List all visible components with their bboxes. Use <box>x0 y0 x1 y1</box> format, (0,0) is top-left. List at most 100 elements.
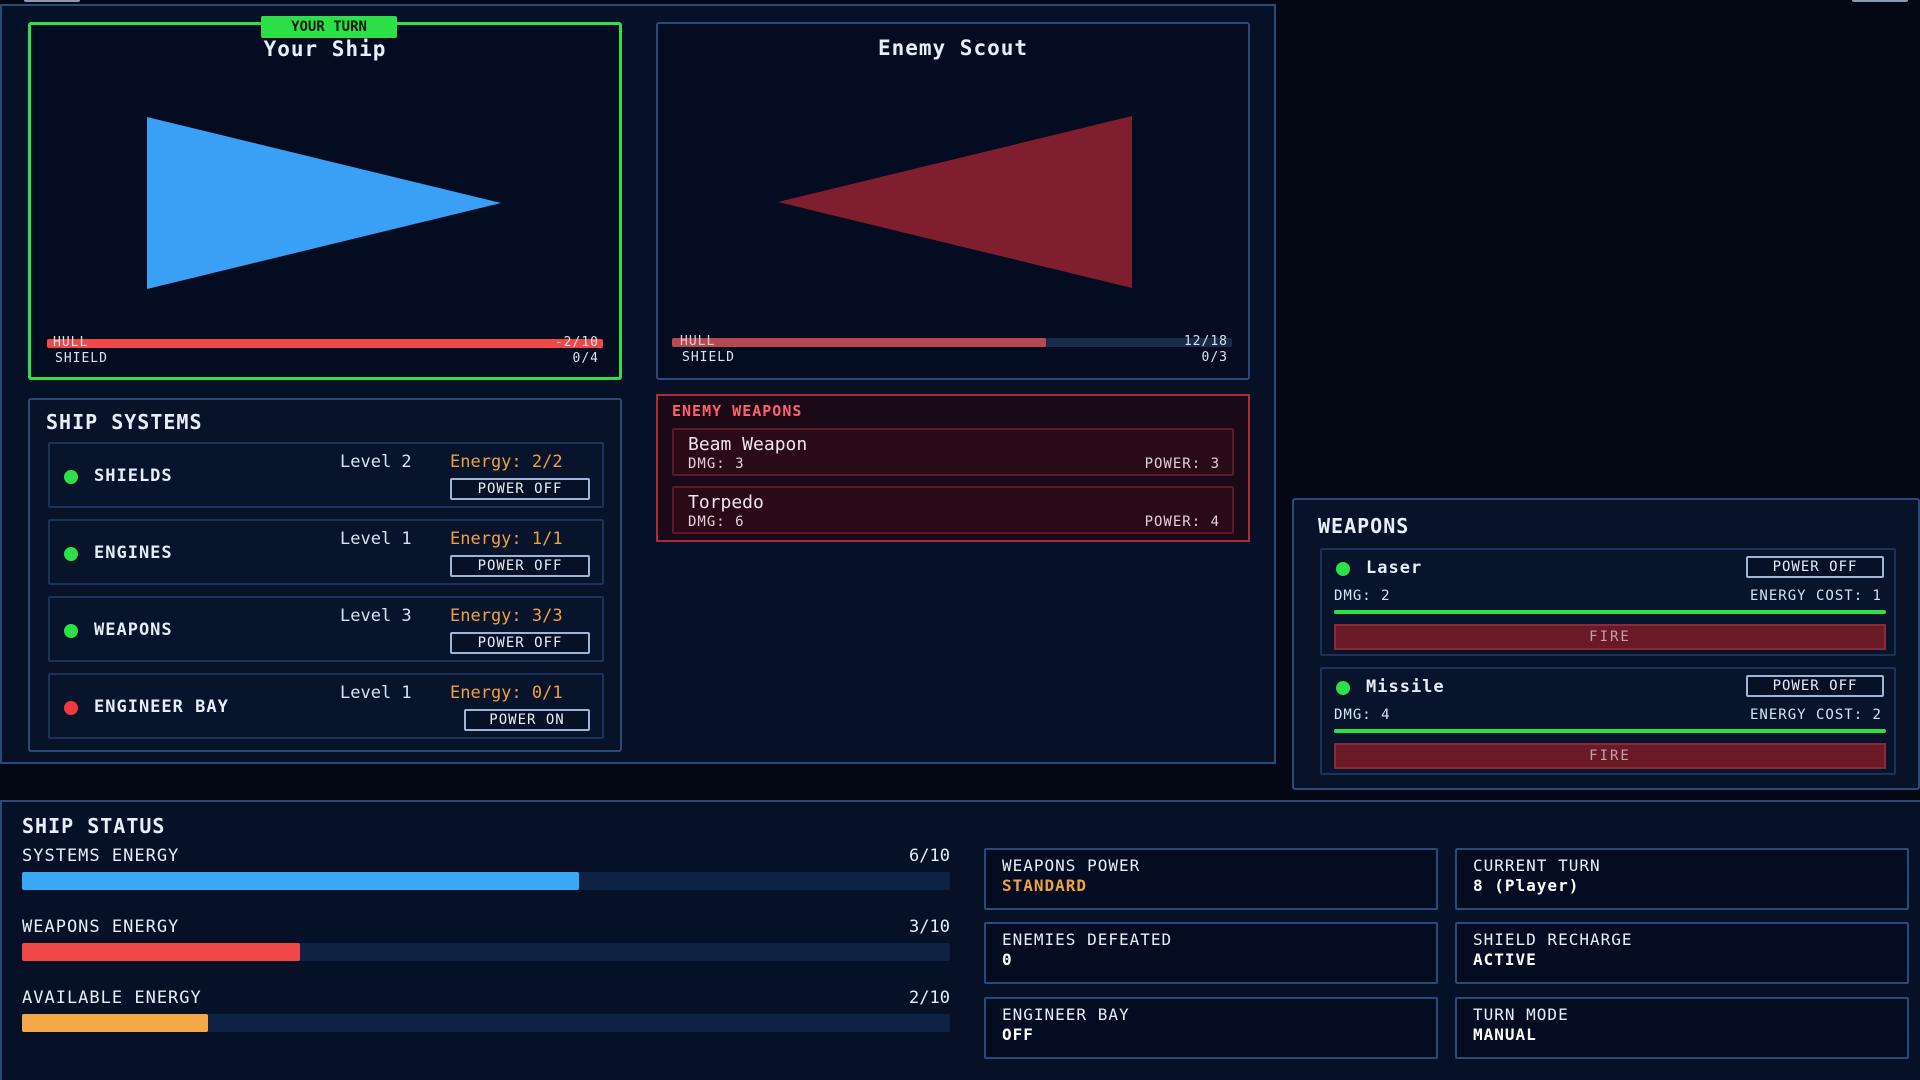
info-weapons-power: WEAPONS POWER STANDARD <box>984 848 1438 910</box>
available-energy-bar <box>22 1014 950 1032</box>
laser-power-button[interactable]: POWER OFF <box>1746 556 1884 578</box>
weapon-dmg: DMG: 4 <box>1334 707 1391 723</box>
system-status-dot <box>64 470 78 484</box>
system-energy: Energy: 2/2 <box>450 452 563 472</box>
enemy-weapons-title: ENEMY WEAPONS <box>672 402 802 420</box>
system-status-dot <box>64 624 78 638</box>
weapon-charge-bar <box>1334 729 1886 733</box>
weapons-title: WEAPONS <box>1318 514 1409 538</box>
missile-power-button[interactable]: POWER OFF <box>1746 675 1884 697</box>
info-value: 8 (Player) <box>1473 876 1579 895</box>
system-energy: Energy: 3/3 <box>450 606 563 626</box>
weapon-name: Missile <box>1366 677 1445 697</box>
system-name: ENGINEER BAY <box>94 697 229 717</box>
enemy-hull-fill <box>672 338 1046 347</box>
info-value: ACTIVE <box>1473 950 1537 969</box>
info-label: SHIELD RECHARGE <box>1473 930 1633 949</box>
enemy-weapon-item: Beam Weapon DMG: 3 POWER: 3 <box>672 428 1234 476</box>
system-status-dot <box>64 701 78 715</box>
info-value: OFF <box>1002 1025 1034 1044</box>
enemy-weapon-name: Torpedo <box>688 492 764 513</box>
weapon-charge-bar <box>1334 610 1886 614</box>
enemy-ship-icon <box>658 24 1248 378</box>
ship-status-title: SHIP STATUS <box>22 814 165 838</box>
system-name: WEAPONS <box>94 620 173 640</box>
info-label: WEAPONS POWER <box>1002 856 1140 875</box>
system-name: SHIELDS <box>94 466 173 486</box>
player-hull-bar <box>47 339 603 348</box>
enemy-weapon-power: POWER: 4 <box>1145 514 1220 530</box>
weapon-energy-cost: ENERGY COST: 2 <box>1750 707 1882 723</box>
weapon-item-laser: Laser POWER OFF DMG: 2 ENERGY COST: 1 FI… <box>1320 548 1896 656</box>
enemy-weapon-power: POWER: 3 <box>1145 456 1220 472</box>
system-energy: Energy: 1/1 <box>450 529 563 549</box>
shields-power-button[interactable]: POWER OFF <box>450 478 590 500</box>
systems-energy-fill <box>22 872 579 890</box>
info-label: ENEMIES DEFEATED <box>1002 930 1172 949</box>
enemy-shield-label: SHIELD <box>682 350 735 365</box>
info-label: CURRENT TURN <box>1473 856 1601 875</box>
info-value: 0 <box>1002 950 1013 969</box>
system-status-dot <box>64 547 78 561</box>
system-level: Level 1 <box>340 683 412 703</box>
weapon-name: Laser <box>1366 558 1422 578</box>
status-bar-value: 6/10 <box>850 846 950 866</box>
system-level: Level 2 <box>340 452 412 472</box>
system-energy: Energy: 0/1 <box>450 683 563 703</box>
status-bar-label: WEAPONS ENERGY <box>22 917 179 937</box>
system-row-weapons: WEAPONS Level 3 Energy: 3/3 POWER OFF <box>48 596 604 662</box>
enemy-shield-value: 0/3 <box>1202 350 1228 365</box>
enemy-hull-bar <box>672 338 1232 347</box>
info-label: ENGINEER BAY <box>1002 1005 1130 1024</box>
info-enemies-defeated: ENEMIES DEFEATED 0 <box>984 922 1438 984</box>
enemy-weapon-name: Beam Weapon <box>688 434 807 455</box>
missile-fire-button[interactable]: FIRE <box>1334 743 1886 769</box>
weapons-panel: WEAPONS Laser POWER OFF DMG: 2 ENERGY CO… <box>1292 498 1920 790</box>
info-engineer-bay: ENGINEER BAY OFF <box>984 997 1438 1059</box>
player-hull-value: -2/10 <box>555 335 599 350</box>
info-current-turn: CURRENT TURN 8 (Player) <box>1455 848 1909 910</box>
weapons-energy-bar <box>22 943 950 961</box>
weapons-energy-fill <box>22 943 300 961</box>
player-hull-fill <box>47 339 603 348</box>
info-label: TURN MODE <box>1473 1005 1569 1024</box>
system-level: Level 1 <box>340 529 412 549</box>
system-name: ENGINES <box>94 543 173 563</box>
enemy-weapons-panel: ENEMY WEAPONS Beam Weapon DMG: 3 POWER: … <box>656 394 1250 542</box>
battle-area: YOUR TURN Your Ship HULL -2/10 SHIELD 0/… <box>0 4 1276 764</box>
status-bar-value: 3/10 <box>850 917 950 937</box>
enemy-hull-label: HULL <box>680 334 715 349</box>
system-level: Level 3 <box>340 606 412 626</box>
engineer-bay-power-button[interactable]: POWER ON <box>464 709 590 731</box>
engines-power-button[interactable]: POWER OFF <box>450 555 590 577</box>
info-shield-recharge: SHIELD RECHARGE ACTIVE <box>1455 922 1909 984</box>
system-row-engines: ENGINES Level 1 Energy: 1/1 POWER OFF <box>48 519 604 585</box>
systems-energy-bar <box>22 872 950 890</box>
system-row-engineer-bay: ENGINEER BAY Level 1 Energy: 0/1 POWER O… <box>48 673 604 739</box>
player-shield-value: 0/4 <box>573 351 599 366</box>
ship-status-panel: SHIP STATUS SYSTEMS ENERGY 6/10 WEAPONS … <box>0 800 1920 1080</box>
enemy-ship-card: Enemy Scout HULL 12/18 SHIELD 0/3 <box>656 22 1250 380</box>
weapon-status-dot <box>1336 562 1350 576</box>
player-shield-label: SHIELD <box>55 351 108 366</box>
ship-systems-panel: SHIP SYSTEMS SHIELDS Level 2 Energy: 2/2… <box>28 398 622 752</box>
available-energy-fill <box>22 1014 208 1032</box>
weapon-item-missile: Missile POWER OFF DMG: 4 ENERGY COST: 2 … <box>1320 667 1896 775</box>
top-left-tab-edge <box>24 0 80 2</box>
enemy-weapon-dmg: DMG: 6 <box>688 514 745 530</box>
top-right-tab-edge <box>1852 0 1908 2</box>
laser-fire-button[interactable]: FIRE <box>1334 624 1886 650</box>
enemy-weapon-dmg: DMG: 3 <box>688 456 745 472</box>
weapons-power-button[interactable]: POWER OFF <box>450 632 590 654</box>
status-bar-label: SYSTEMS ENERGY <box>22 846 179 866</box>
status-bar-value: 2/10 <box>850 988 950 1008</box>
weapon-dmg: DMG: 2 <box>1334 588 1391 604</box>
info-value: MANUAL <box>1473 1025 1537 1044</box>
status-bar-label: AVAILABLE ENERGY <box>22 988 202 1008</box>
ship-systems-title: SHIP SYSTEMS <box>46 410 203 434</box>
enemy-weapon-item: Torpedo DMG: 6 POWER: 4 <box>672 486 1234 534</box>
player-hull-label: HULL <box>53 335 88 350</box>
enemy-hull-value: 12/18 <box>1184 334 1228 349</box>
player-ship-card: YOUR TURN Your Ship HULL -2/10 SHIELD 0/… <box>28 22 622 380</box>
info-value: STANDARD <box>1002 876 1087 895</box>
